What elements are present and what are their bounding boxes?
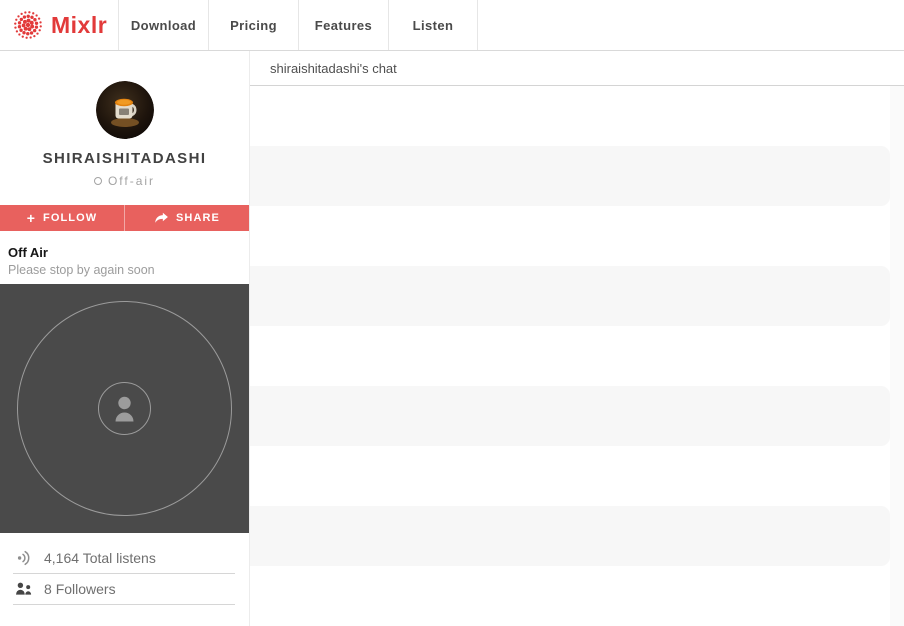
top-nav: Mixlr Download Pricing Features Listen <box>0 0 904 51</box>
chat-row <box>250 266 890 326</box>
main-layout: SHIRAISHITADASHI Off-air + FOLLOW SHARE <box>0 51 904 626</box>
stat-text: 4,164 Total listens <box>44 550 156 566</box>
chat-panel: shiraishitadashi's chat <box>249 51 904 626</box>
follow-button[interactable]: + FOLLOW <box>0 205 124 231</box>
stat-text: 8 Followers <box>44 581 116 597</box>
chat-row <box>250 506 890 566</box>
offair-title: Off Air <box>8 245 241 260</box>
brand-wordmark: Mixlr <box>51 12 107 39</box>
share-button[interactable]: SHARE <box>124 205 249 231</box>
profile-header: SHIRAISHITADASHI Off-air <box>0 51 249 205</box>
listens-icon <box>13 549 35 567</box>
chat-row <box>250 446 904 506</box>
nav-item-download[interactable]: Download <box>118 0 208 50</box>
status-badge: Off-air <box>0 174 249 188</box>
action-bar: + FOLLOW SHARE <box>0 205 249 231</box>
nav-item-pricing[interactable]: Pricing <box>208 0 298 50</box>
chat-row <box>250 206 904 266</box>
offair-note: Off Air Please stop by again soon <box>0 231 249 284</box>
chat-message-area <box>250 86 904 626</box>
chat-scrollbar-track[interactable] <box>890 86 904 626</box>
person-icon <box>116 397 134 422</box>
chat-row <box>250 86 904 146</box>
chat-header: shiraishitadashi's chat <box>250 51 904 86</box>
mixlr-logo[interactable]: Mixlr <box>0 0 118 50</box>
profile-sidebar: SHIRAISHITADASHI Off-air + FOLLOW SHARE <box>0 51 249 626</box>
mixlr-dots-icon <box>13 10 43 40</box>
chat-row <box>250 326 904 386</box>
followers-icon <box>13 580 35 598</box>
avatar <box>96 81 154 139</box>
total-listens-row: 4,164 Total listens <box>13 543 235 574</box>
nav-item-listen[interactable]: Listen <box>388 0 478 50</box>
follow-label: FOLLOW <box>43 212 97 224</box>
profile-name: SHIRAISHITADASHI <box>0 150 249 167</box>
offair-ring-icon <box>94 177 102 185</box>
nav-item-features[interactable]: Features <box>298 0 388 50</box>
broadcast-visualizer <box>0 284 249 533</box>
chat-row <box>250 386 890 446</box>
followers-row[interactable]: 8 Followers <box>13 574 235 605</box>
chat-row <box>250 566 904 626</box>
stats-list: 4,164 Total listens 8 Followers <box>0 533 249 605</box>
plus-icon: + <box>27 211 36 225</box>
offair-message: Please stop by again soon <box>8 263 241 277</box>
share-label: SHARE <box>176 212 220 224</box>
share-arrow-icon <box>154 212 169 224</box>
chat-row <box>250 146 890 206</box>
status-label: Off-air <box>108 174 155 188</box>
